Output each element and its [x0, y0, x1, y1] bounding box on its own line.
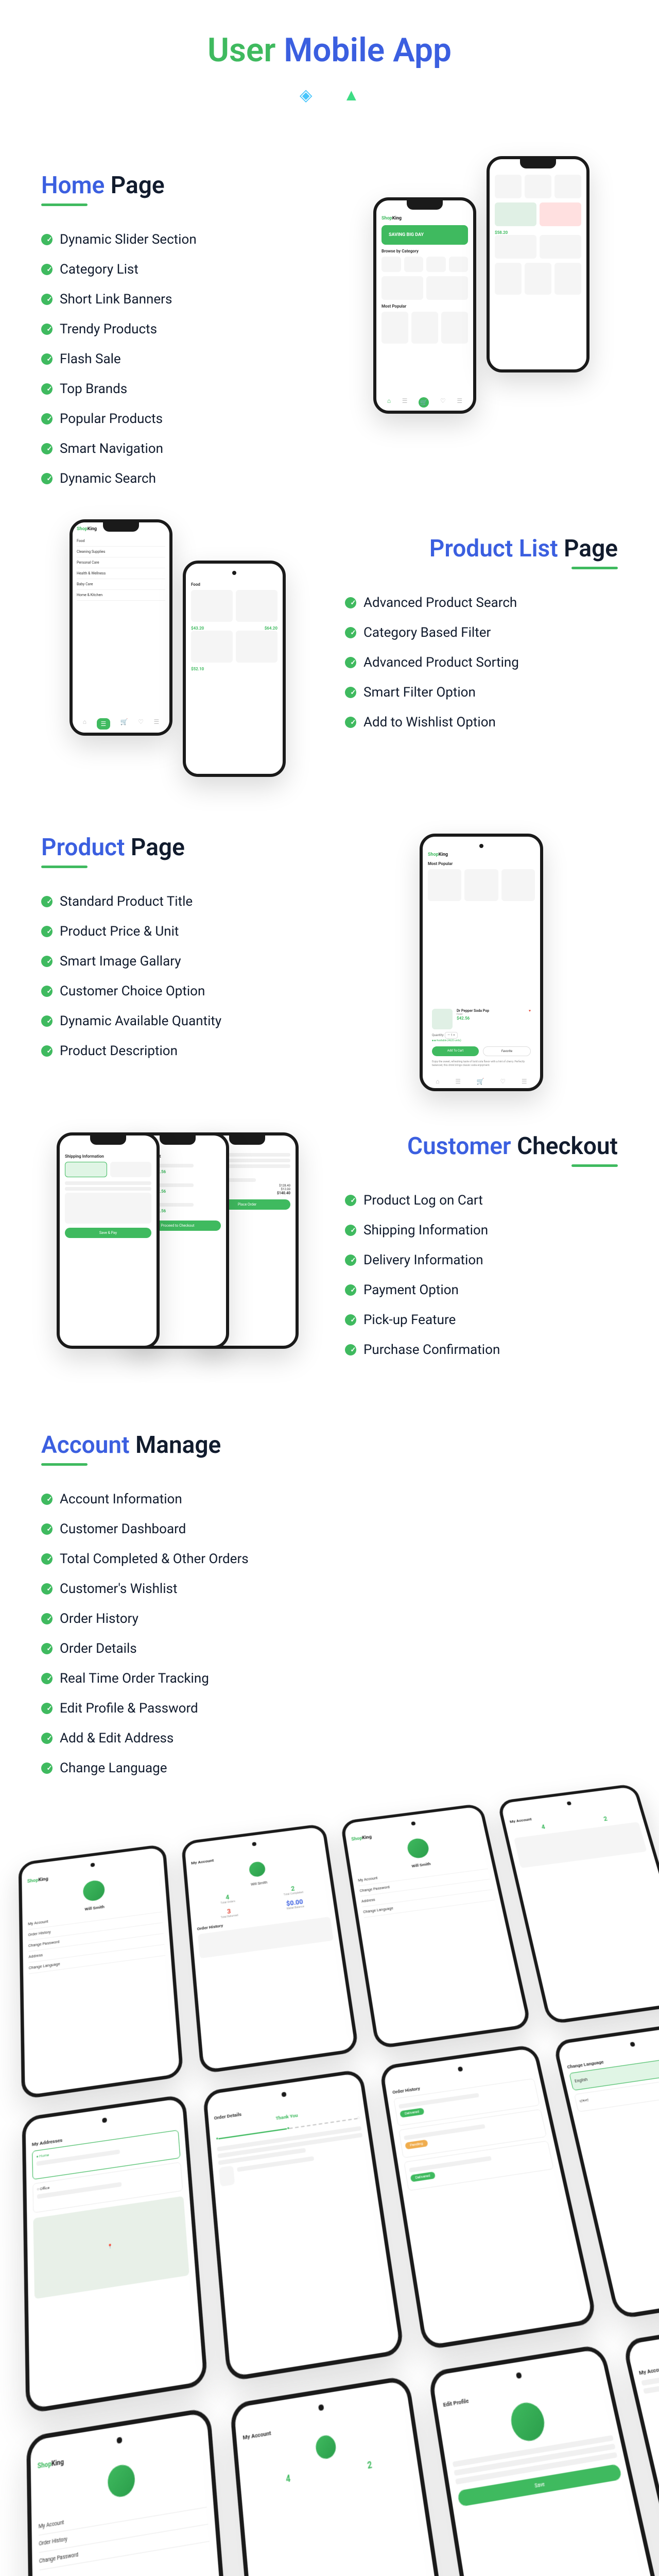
list-item: Dynamic Slider Section — [41, 225, 314, 255]
product-list-section: Product List Page Advanced Product Searc… — [0, 514, 659, 813]
account-title: Account Manage — [41, 1431, 618, 1466]
checkout-features: Product Log on Cart Shipping Information… — [345, 1185, 618, 1365]
phone-mockup: $58.20 — [487, 156, 589, 372]
list-item: Standard Product Title — [41, 887, 314, 917]
list-item: Product Price & Unit — [41, 917, 314, 946]
checkout-content: Customer Checkout Product Log on Cart Sh… — [345, 1132, 618, 1365]
list-item: Real Time Order Tracking — [41, 1664, 350, 1693]
list-item: Order Details — [41, 1634, 350, 1664]
phone-mockup: ShopKing SAVING BIG DAY Browse by Catego… — [373, 197, 476, 414]
list-item: Payment Option — [345, 1275, 618, 1305]
phone-mockup: ShopKing Will Smith My Account Order His… — [19, 1844, 184, 2099]
save-pay-button: Save & Pay — [65, 1228, 151, 1238]
list-item: Product Log on Cart — [345, 1185, 618, 1215]
list-item: Trendy Products — [41, 314, 314, 344]
phone-banner: SAVING BIG DAY — [381, 225, 468, 245]
phone-mockup: Order Details Thank You ●●○ — [202, 2069, 405, 2382]
list-item: Shipping Information — [345, 1215, 618, 1245]
home-content: Home Page Dynamic Slider Section Categor… — [41, 172, 314, 494]
list-item: Dynamic Search — [41, 464, 314, 494]
list-item: Account Information — [41, 1484, 350, 1514]
list-item: Total Completed & Other Orders — [41, 1544, 350, 1574]
phone-mockup: ShopKing My Account Order History Change… — [26, 2408, 239, 2576]
product-section: Product Page Standard Product Title Prod… — [0, 813, 659, 1112]
title-word-2: Mobile App — [284, 31, 452, 70]
phone-mockup: ShopKing Food Cleaning Supplies Personal… — [70, 519, 172, 736]
list-item: Dynamic Available Quantity — [41, 1006, 314, 1036]
add-to-cart-button: Add To Cart — [432, 1046, 479, 1056]
phone-mockup: ShopKing Will Smith My Account Change Pa… — [340, 1803, 532, 2049]
product-content: Product Page Standard Product Title Prod… — [41, 834, 314, 1066]
phone-mockup: ShopKing Most Popular Dr Pepper Soda Pop… — [420, 834, 543, 1091]
list-item: Short Link Banners — [41, 284, 314, 314]
account-section: Account Manage Account Information Custo… — [0, 1411, 659, 1804]
platform-icons: ◈ ▲ — [0, 85, 659, 105]
product-list-phones: ShopKing Food Cleaning Supplies Personal… — [41, 535, 314, 792]
favorite-button: Favorite — [483, 1046, 531, 1056]
android-icon: ▲ — [343, 85, 359, 105]
account-features: Account Information Customer Dashboard T… — [41, 1484, 350, 1783]
account-content: Account Manage Account Information Custo… — [41, 1431, 618, 1783]
flutter-icon: ◈ — [300, 85, 313, 105]
list-item: Product Description — [41, 1036, 314, 1066]
list-item: Add to Wishlist Option — [345, 707, 618, 737]
list-item: Add & Edit Address — [41, 1723, 350, 1753]
product-title: Product Page — [41, 834, 314, 868]
list-item: Smart Navigation — [41, 434, 314, 464]
phone-mockup: Shipping Information Save & Pay — [57, 1132, 160, 1349]
home-phones: ShopKing SAVING BIG DAY Browse by Catego… — [345, 172, 618, 429]
list-item: Purchase Confirmation — [345, 1335, 618, 1365]
page-header: User Mobile App ◈ ▲ — [0, 31, 659, 105]
product-features: Standard Product Title Product Price & U… — [41, 887, 314, 1066]
list-item: Change Language — [41, 1753, 350, 1783]
product-list-title: Product List Page — [345, 535, 618, 569]
list-item: Order History — [41, 1604, 350, 1634]
list-item: Customer's Wishlist — [41, 1574, 350, 1604]
list-item: Smart Image Gallary — [41, 946, 314, 976]
product-list-features: Advanced Product Search Category Based F… — [345, 588, 618, 737]
home-title: Home Page — [41, 172, 314, 206]
phone-mockup: My Account Will Smith 4Total Orders 2Tot… — [181, 1823, 359, 2074]
list-item: Edit Profile & Password — [41, 1693, 350, 1723]
phone-mockup: My Account 4 2 — [229, 2375, 463, 2576]
list-item: Customer Dashboard — [41, 1514, 350, 1544]
list-item: Popular Products — [41, 404, 314, 434]
checkout-section: Customer Checkout Product Log on Cart Sh… — [0, 1112, 659, 1411]
phone-mockup: Edit Profile Save — [427, 2344, 659, 2576]
title-word-1: User — [207, 31, 275, 70]
product-phones: ShopKing Most Popular Dr Pepper Soda Pop… — [345, 834, 618, 1091]
checkout-title: Customer Checkout — [345, 1132, 618, 1167]
product-list-content: Product List Page Advanced Product Searc… — [345, 535, 618, 737]
checkout-phones: Shipping Information Save & Pay Shopping… — [41, 1132, 314, 1390]
list-item: Pick-up Feature — [345, 1305, 618, 1335]
list-item: Category List — [41, 255, 314, 284]
main-title: User Mobile App — [0, 31, 659, 70]
list-item: Smart Filter Option — [345, 677, 618, 707]
home-features: Dynamic Slider Section Category List Sho… — [41, 225, 314, 494]
list-item: Advanced Product Sorting — [345, 648, 618, 677]
list-item: Category Based Filter — [345, 618, 618, 648]
phone-mockup: Food $43.20$64.20 $52.10 — [183, 561, 286, 777]
list-item: Delivery Information — [345, 1245, 618, 1275]
list-item: Flash Sale — [41, 344, 314, 374]
phone-mockup: My Addresses ● Home ○ Office 📍 — [22, 2094, 208, 2414]
list-item: Advanced Product Search — [345, 588, 618, 618]
list-item: Top Brands — [41, 374, 314, 404]
account-phones-grid: ShopKing Will Smith My Account Order His… — [0, 1763, 659, 2576]
list-item: Customer Choice Option — [41, 976, 314, 1006]
home-section: Home Page Dynamic Slider Section Categor… — [0, 151, 659, 514]
